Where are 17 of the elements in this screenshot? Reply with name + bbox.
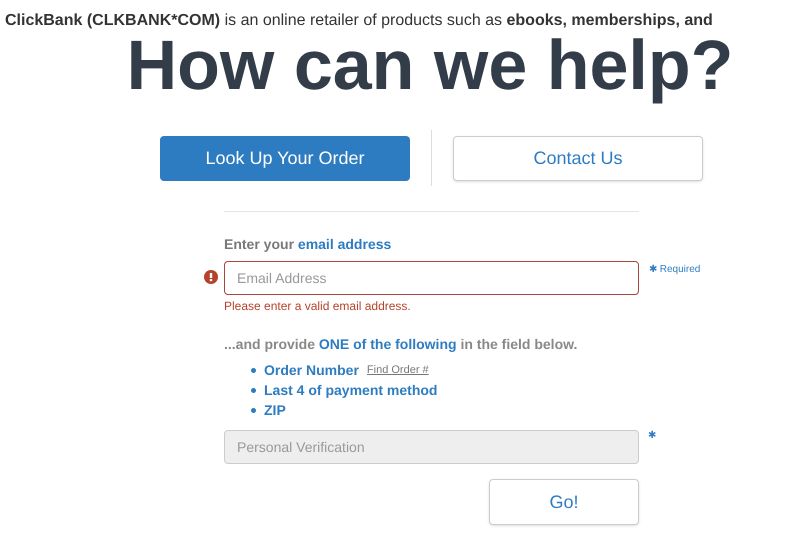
tab[interactable]: Contact Us bbox=[453, 136, 703, 180]
error-message: Please enter a valid email address. bbox=[224, 298, 412, 315]
bullet-icon bbox=[251, 408, 256, 413]
instructions-text: ...and provide ONE of the following in the field below. bbox=[224, 335, 578, 354]
tab[interactable]: Look Up Your Order bbox=[160, 136, 410, 180]
required-mark: ✱ bbox=[648, 429, 656, 443]
required-note: ✱ Required bbox=[649, 263, 700, 277]
bullet-icon bbox=[251, 368, 256, 373]
email-field[interactable]: Email Address bbox=[224, 261, 639, 295]
find-order-link[interactable]: Find Order # bbox=[366, 362, 429, 379]
bullet-icon bbox=[251, 388, 256, 393]
option-label: ZIP bbox=[264, 401, 286, 420]
email-label: Enter your email address bbox=[224, 235, 392, 254]
go-button[interactable]: Go! bbox=[489, 479, 639, 525]
intro-text: ClickBank (CLKBANK*COM) is an online retailer of products such as ebooks, memberships, and bbox=[4, 11, 714, 31]
option-label: Last 4 of payment method bbox=[264, 381, 438, 400]
option-label: Order Number bbox=[264, 361, 359, 380]
